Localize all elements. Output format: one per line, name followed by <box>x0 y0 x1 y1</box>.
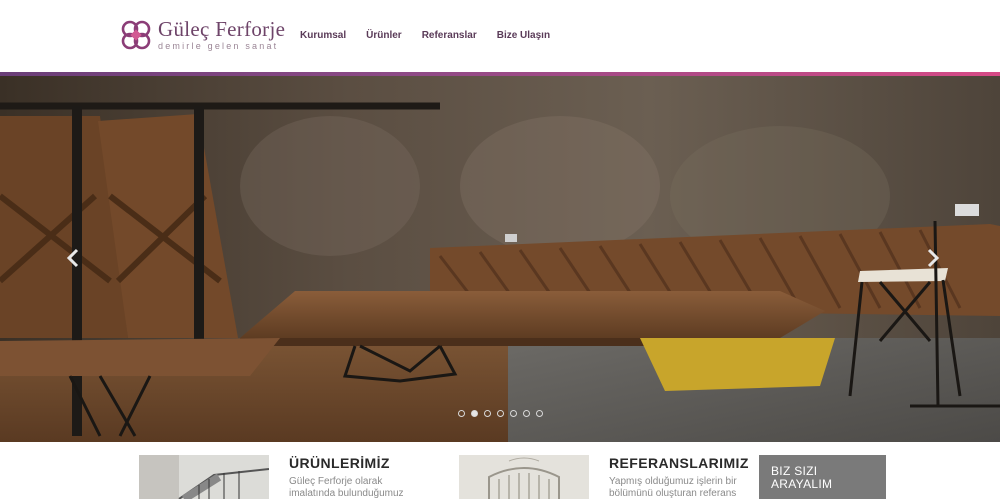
site-header: Güleç Ferforje demirle gelen sanat Kurum… <box>0 0 1000 72</box>
slider-dot[interactable] <box>458 410 465 417</box>
products-description-line: Güleç Ferforje olarak <box>289 476 383 487</box>
references-title[interactable]: REFERANSLARIMIZ <box>609 455 749 471</box>
products-description-line: imalatında bulunduğumuz <box>289 488 404 499</box>
products-thumbnail[interactable] <box>139 455 269 499</box>
references-description: Yapmış olduğumuz işlerin bir bölümünü ol… <box>609 476 739 500</box>
logo[interactable]: Güleç Ferforje demirle gelen sanat <box>119 18 285 52</box>
chevron-left-icon[interactable] <box>62 246 86 270</box>
callback-label-line: ARAYALIM <box>771 477 833 491</box>
references-description-line: bölümünü oluşturan referans <box>609 488 737 499</box>
nav-item-urunler[interactable]: Ürünler <box>366 30 402 41</box>
callback-box[interactable]: BIZ SIZI ARAYALIM <box>759 455 886 499</box>
references-thumbnail[interactable] <box>459 455 589 499</box>
slider-dot[interactable] <box>523 410 530 417</box>
chevron-right-icon[interactable] <box>920 246 944 270</box>
products-title[interactable]: ÜRÜNLERİMİZ <box>289 455 390 471</box>
nav-item-bize-ulasin[interactable]: Bize Ulaşın <box>497 30 550 41</box>
references-description-line: Yapmış olduğumuz işlerin bir <box>609 476 737 487</box>
nav-item-referanslar[interactable]: Referanslar <box>422 30 477 41</box>
feature-strip: ÜRÜNLERİMİZ Güleç Ferforje olarak imalat… <box>0 442 1000 499</box>
slider-dot[interactable] <box>484 410 491 417</box>
slider-dot-active[interactable] <box>471 410 478 417</box>
slide-image <box>0 76 1000 442</box>
logo-emblem-icon <box>121 20 151 50</box>
slider-pagination <box>458 410 549 417</box>
hero-slider[interactable] <box>0 76 1000 442</box>
brand-name: Güleç Ferforje <box>158 17 286 41</box>
nav-item-kurumsal[interactable]: Kurumsal <box>300 30 346 41</box>
slider-dot[interactable] <box>497 410 504 417</box>
main-nav: Kurumsal Ürünler Referanslar Bize Ulaşın <box>300 30 570 41</box>
slider-dot[interactable] <box>510 410 517 417</box>
brand-tagline: demirle gelen sanat <box>158 41 279 51</box>
logo-text: Güleç Ferforje demirle gelen sanat <box>158 18 285 51</box>
products-description: Güleç Ferforje olarak imalatında bulundu… <box>289 476 419 500</box>
slider-dot[interactable] <box>536 410 543 417</box>
